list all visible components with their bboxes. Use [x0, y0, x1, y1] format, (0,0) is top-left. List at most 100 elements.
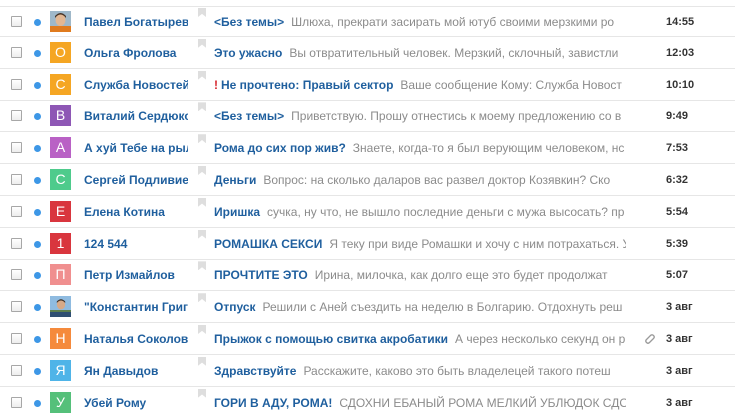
- message-preview: ГОРИ В АДУ, РОМА! СДОХНИ ЕБАНЫЙ РОМА МЕЛК…: [214, 388, 626, 415]
- message-preview: Это ужасно Вы отвратительный человек. Мер…: [214, 38, 626, 68]
- unread-dot-icon[interactable]: [34, 81, 41, 89]
- flag-icon[interactable]: [198, 102, 206, 112]
- paperclip-icon: [642, 332, 656, 346]
- message-subject: ГОРИ В АДУ, РОМА!: [214, 395, 333, 410]
- flag-icon[interactable]: [198, 8, 206, 17]
- unread-dot-icon[interactable]: [34, 272, 41, 280]
- unread-dot-icon[interactable]: [34, 399, 41, 407]
- flag-icon[interactable]: [198, 197, 206, 207]
- unread-dot-icon[interactable]: [34, 113, 41, 121]
- message-snippet: Знаете, когда-то я был верующим человеко…: [352, 141, 625, 156]
- select-checkbox[interactable]: [11, 364, 22, 376]
- flag-icon[interactable]: [198, 261, 206, 271]
- flag-icon[interactable]: [198, 70, 206, 80]
- flag-icon[interactable]: [198, 356, 206, 366]
- message-row[interactable]: Я Ян Давыдов Здравствуйте Расскажите, каков…: [0, 355, 753, 387]
- avatar: Е: [50, 200, 71, 222]
- flag-icon[interactable]: [198, 166, 206, 175]
- message-subject: Здравствуйте: [214, 363, 297, 378]
- unread-dot-icon[interactable]: [34, 367, 41, 375]
- message-snippet: Вопрос: на сколько даларов вас развел до…: [263, 173, 611, 187]
- avatar: В: [50, 105, 71, 127]
- message-row[interactable]: 1 124 544 РОМАШКА СЕКСИ Я теку при виде Ром…: [0, 228, 753, 260]
- message-subject: Это ужасно: [214, 45, 283, 60]
- message-row[interactable]: Павел Богатырев <Без темы> Шлюха, прекрати…: [0, 6, 753, 37]
- select-checkbox[interactable]: [11, 301, 22, 313]
- scrollbar[interactable]: [735, 0, 753, 415]
- message-preview: Прыжок с помощью свитка акробатики А чере…: [214, 324, 626, 354]
- message-row[interactable]: П Петр Измайлов ПРОЧТИТЕ ЭТО Ирина, милочка…: [0, 260, 753, 292]
- message-preview: ! Не прочтено: Правый сектор Ваше сообщени…: [214, 70, 626, 100]
- unread-dot-icon[interactable]: [34, 177, 41, 184]
- message-time: 6:32: [666, 174, 689, 186]
- unread-dot-icon[interactable]: [34, 304, 41, 312]
- unread-dot-icon[interactable]: [34, 49, 41, 57]
- select-checkbox[interactable]: [11, 16, 22, 27]
- select-checkbox[interactable]: [11, 46, 22, 58]
- message-row[interactable]: Н Наталья Соколов Прыжок с помощью свитка …: [0, 324, 753, 355]
- message-snippet: Вы отвратительный человек. Мерзкий, скло…: [289, 45, 619, 60]
- sender-name: Петр Измайлов: [84, 268, 175, 283]
- message-snippet: Ирина, милочка, как долго еще это будет …: [314, 268, 608, 283]
- unread-dot-icon[interactable]: [34, 240, 41, 248]
- important-icon: !: [214, 77, 218, 92]
- message-time: 10:10: [666, 78, 695, 91]
- unread-dot-icon[interactable]: [34, 336, 41, 343]
- message-row[interactable]: С Служба Новостей! Не прочтено: Правый сек…: [0, 69, 753, 101]
- sender-name: Служба Новостей: [84, 77, 188, 92]
- select-checkbox[interactable]: [11, 237, 22, 249]
- message-snippet: Расскажите, каково это быть владелецей т…: [303, 363, 611, 378]
- flag-icon[interactable]: [198, 38, 206, 48]
- unread-dot-icon[interactable]: [34, 19, 41, 26]
- unread-dot-icon[interactable]: [34, 208, 41, 216]
- flag-icon[interactable]: [198, 293, 206, 303]
- select-checkbox[interactable]: [11, 110, 22, 122]
- avatar: Н: [50, 328, 71, 349]
- unread-dot-icon[interactable]: [34, 145, 41, 153]
- select-checkbox[interactable]: [11, 174, 22, 185]
- flag-icon[interactable]: [198, 325, 206, 334]
- message-subject: Деньги: [214, 173, 257, 187]
- select-checkbox[interactable]: [11, 396, 22, 408]
- message-time: 5:07: [666, 269, 689, 282]
- message-preview: <Без темы> Шлюха, прекрати засирать мой ю…: [214, 7, 626, 37]
- select-checkbox[interactable]: [11, 78, 22, 90]
- sender-name: Убей Рому: [84, 395, 147, 410]
- message-subject: Не прочтено: Правый сектор: [221, 77, 394, 92]
- avatar: А: [50, 137, 71, 159]
- flag-icon[interactable]: [198, 388, 206, 398]
- avatar: С: [50, 169, 71, 190]
- message-subject: РОМАШКА СЕКСИ: [214, 236, 323, 251]
- message-preview: Иришка сучка, ну что, не вышло последние …: [214, 197, 626, 227]
- message-subject: Рома до сих пор жив?: [214, 141, 346, 156]
- select-checkbox[interactable]: [11, 333, 22, 344]
- sender-name: "Константин Григ: [84, 300, 188, 315]
- message-row[interactable]: Е Елена Котина Иришка сучка, ну что, не выш…: [0, 196, 753, 228]
- select-checkbox[interactable]: [11, 205, 22, 217]
- flag-icon[interactable]: [198, 229, 206, 239]
- sender-name: Павел Богатырев: [84, 15, 188, 29]
- avatar: У: [50, 391, 71, 413]
- avatar: [50, 11, 71, 32]
- sender-name: Сергей Подливие: [84, 173, 188, 187]
- sender-name: Ян Давыдов: [84, 363, 159, 378]
- sender-name: 124 544: [84, 236, 128, 251]
- message-snippet: сучка, ну что, не вышло последние деньги…: [267, 204, 625, 219]
- sender-name: Ольга Фролова: [84, 45, 177, 60]
- message-snippet: Приветствую. Прошу отнестись к моему пре…: [291, 109, 622, 124]
- message-row[interactable]: В Виталий Сердюкс <Без темы> Приветствую. П…: [0, 101, 753, 133]
- message-row[interactable]: О Ольга Фролова Это ужасно Вы отвратительны…: [0, 37, 753, 69]
- message-row[interactable]: "Константин Григ Отпуск Решили с Аней съез…: [0, 292, 753, 324]
- message-subject: ПРОЧТИТЕ ЭТО: [214, 268, 308, 283]
- message-row[interactable]: У Убей Рому ГОРИ В АДУ, РОМА! СДОХНИ ЕБАНЫЙ…: [0, 387, 753, 415]
- message-snippet: Я теку при виде Ромашки и хочу с ним пот…: [329, 236, 626, 251]
- message-subject: <Без темы>: [214, 15, 285, 29]
- select-checkbox[interactable]: [11, 142, 22, 154]
- select-checkbox[interactable]: [11, 269, 22, 281]
- flag-icon[interactable]: [198, 134, 206, 144]
- message-row[interactable]: А А хуй Тебе на рыл Рома до сих пор жив? Зн…: [0, 133, 753, 165]
- message-row[interactable]: С Сергей Подливие Деньги Вопрос: на сколько…: [0, 165, 753, 196]
- message-time: 5:39: [666, 237, 689, 250]
- message-time: 7:53: [666, 142, 689, 155]
- avatar: Я: [50, 359, 71, 381]
